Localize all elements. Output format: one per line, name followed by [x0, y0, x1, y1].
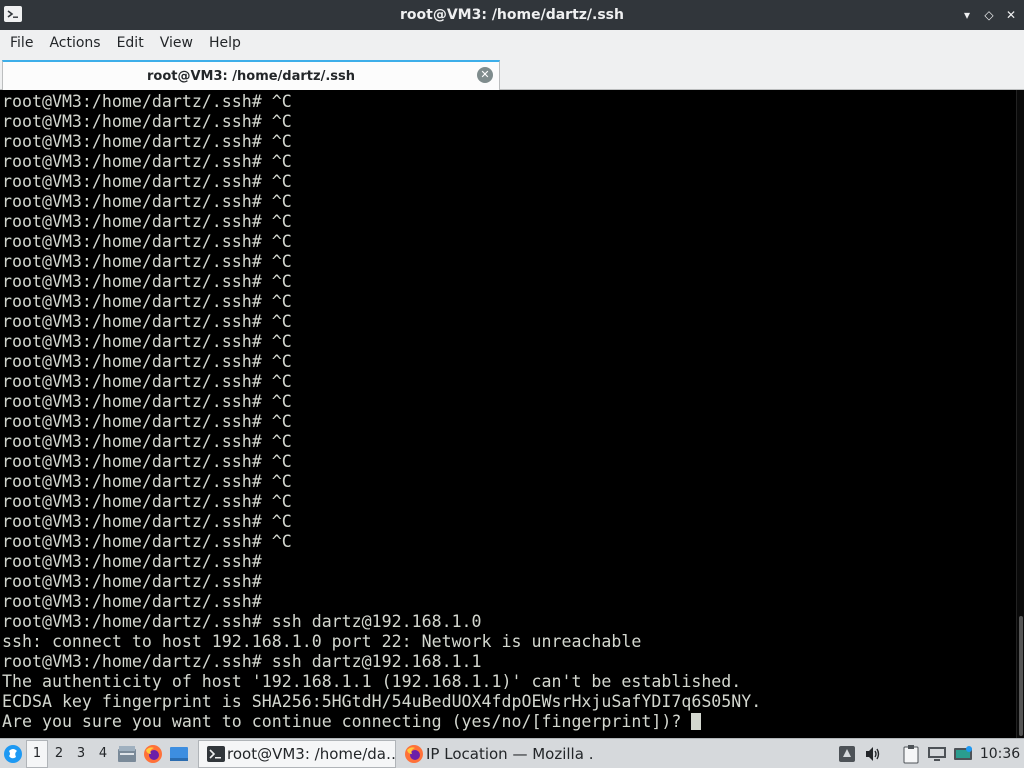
terminal-line: root@VM3:/home/dartz/.ssh# ^C	[2, 152, 292, 171]
terminal-line: ssh: connect to host 192.168.1.0 port 22…	[2, 632, 642, 651]
terminal-line: root@VM3:/home/dartz/.ssh# ^C	[2, 112, 292, 131]
terminal-line: root@VM3:/home/dartz/.ssh# ^C	[2, 292, 292, 311]
workspace-3[interactable]: 3	[70, 740, 92, 768]
remote-desktop-icon[interactable]	[952, 743, 974, 765]
terminal-line: root@VM3:/home/dartz/.ssh# ^C	[2, 272, 292, 291]
terminal-line: ECDSA key fingerprint is SHA256:5HGtdH/5…	[2, 692, 762, 711]
terminal-line: root@VM3:/home/dartz/.ssh# ssh dartz@192…	[2, 612, 482, 631]
display-icon[interactable]	[926, 743, 948, 765]
menu-actions[interactable]: Actions	[41, 30, 108, 56]
clipboard-icon[interactable]	[900, 743, 922, 765]
terminal-cursor	[691, 713, 702, 730]
terminal-app-icon	[4, 6, 22, 22]
terminal-line: root@VM3:/home/dartz/.ssh# ^C	[2, 332, 292, 351]
terminal-line: root@VM3:/home/dartz/.ssh# ^C	[2, 472, 292, 491]
terminal-line: root@VM3:/home/dartz/.ssh#	[2, 592, 272, 611]
terminal-line: root@VM3:/home/dartz/.ssh#	[2, 552, 272, 571]
tab-close-icon[interactable]: ✕	[477, 67, 493, 83]
window-title: root@VM3: /home/dartz/.ssh	[400, 7, 624, 23]
terminal-line: root@VM3:/home/dartz/.ssh# ^C	[2, 172, 292, 191]
task-terminal-label: root@VM3: /home/da…	[227, 744, 396, 763]
task-terminal[interactable]: root@VM3: /home/da…	[198, 739, 396, 768]
file-manager-icon[interactable]	[116, 743, 138, 765]
terminal-line: root@VM3:/home/dartz/.ssh# ssh dartz@192…	[2, 652, 482, 671]
terminal-line: root@VM3:/home/dartz/.ssh# ^C	[2, 372, 292, 391]
minimize-button[interactable]: ▾	[960, 8, 974, 22]
terminal-line: root@VM3:/home/dartz/.ssh# ^C	[2, 232, 292, 251]
network-status-icon[interactable]	[836, 743, 858, 765]
terminal-line: root@VM3:/home/dartz/.ssh# ^C	[2, 492, 292, 511]
terminal-scrollbar[interactable]	[1016, 90, 1024, 738]
firefox-icon	[404, 743, 424, 765]
workspace-4[interactable]: 4	[92, 740, 114, 768]
terminal-line: root@VM3:/home/dartz/.ssh# ^C	[2, 532, 292, 551]
terminal-line: root@VM3:/home/dartz/.ssh# ^C	[2, 412, 292, 431]
terminal-line: root@VM3:/home/dartz/.ssh#	[2, 572, 272, 591]
terminal-line: root@VM3:/home/dartz/.ssh# ^C	[2, 212, 292, 231]
terminal-line: root@VM3:/home/dartz/.ssh# ^C	[2, 512, 292, 531]
taskbar: 1 2 3 4 root@VM3: /home/da… IP Location …	[0, 738, 1024, 768]
menu-view[interactable]: View	[152, 30, 201, 56]
volume-icon[interactable]	[862, 743, 884, 765]
terminal-output[interactable]: root@VM3:/home/dartz/.ssh# ^C root@VM3:/h…	[0, 90, 1016, 738]
tab-label: root@VM3: /home/dartz/.ssh	[147, 68, 355, 84]
terminal-prompt-line: Are you sure you want to continue connec…	[2, 712, 1016, 732]
menu-file[interactable]: File	[2, 30, 41, 56]
terminal-line: root@VM3:/home/dartz/.ssh# ^C	[2, 132, 292, 151]
menu-edit[interactable]: Edit	[109, 30, 152, 56]
scrollbar-thumb[interactable]	[1019, 616, 1023, 736]
prompt-text: Are you sure you want to continue connec…	[2, 712, 692, 731]
menu-help[interactable]: Help	[201, 30, 249, 56]
close-window-button[interactable]: ✕	[1004, 8, 1018, 22]
task-firefox-label: IP Location — Mozilla …	[426, 744, 592, 763]
tab-bar: root@VM3: /home/dartz/.ssh ✕	[0, 56, 1024, 90]
workspace-2[interactable]: 2	[48, 740, 70, 768]
terminal-tab[interactable]: root@VM3: /home/dartz/.ssh ✕	[2, 60, 500, 90]
terminal-line: root@VM3:/home/dartz/.ssh# ^C	[2, 252, 292, 271]
terminal-icon	[207, 743, 225, 765]
terminal-line: root@VM3:/home/dartz/.ssh# ^C	[2, 92, 292, 111]
app-menu-icon[interactable]	[2, 743, 24, 765]
system-tray: 10:36	[834, 739, 1024, 768]
terminal-line: The authenticity of host '192.168.1.1 (1…	[2, 672, 742, 691]
terminal-line: root@VM3:/home/dartz/.ssh# ^C	[2, 392, 292, 411]
clock[interactable]: 10:36	[976, 746, 1024, 762]
workspace-1[interactable]: 1	[26, 739, 48, 768]
task-firefox[interactable]: IP Location — Mozilla …	[396, 740, 592, 768]
terminal-line: root@VM3:/home/dartz/.ssh# ^C	[2, 452, 292, 471]
terminal-line: root@VM3:/home/dartz/.ssh# ^C	[2, 312, 292, 331]
window-titlebar: root@VM3: /home/dartz/.ssh ▾ ◇ ✕	[0, 0, 1024, 30]
show-desktop-icon[interactable]	[168, 743, 190, 765]
maximize-button[interactable]: ◇	[982, 8, 996, 22]
terminal-line: root@VM3:/home/dartz/.ssh# ^C	[2, 352, 292, 371]
firefox-launcher-icon[interactable]	[142, 743, 164, 765]
terminal-line: root@VM3:/home/dartz/.ssh# ^C	[2, 432, 292, 451]
menu-bar: File Actions Edit View Help	[0, 30, 1024, 56]
terminal-line: root@VM3:/home/dartz/.ssh# ^C	[2, 192, 292, 211]
